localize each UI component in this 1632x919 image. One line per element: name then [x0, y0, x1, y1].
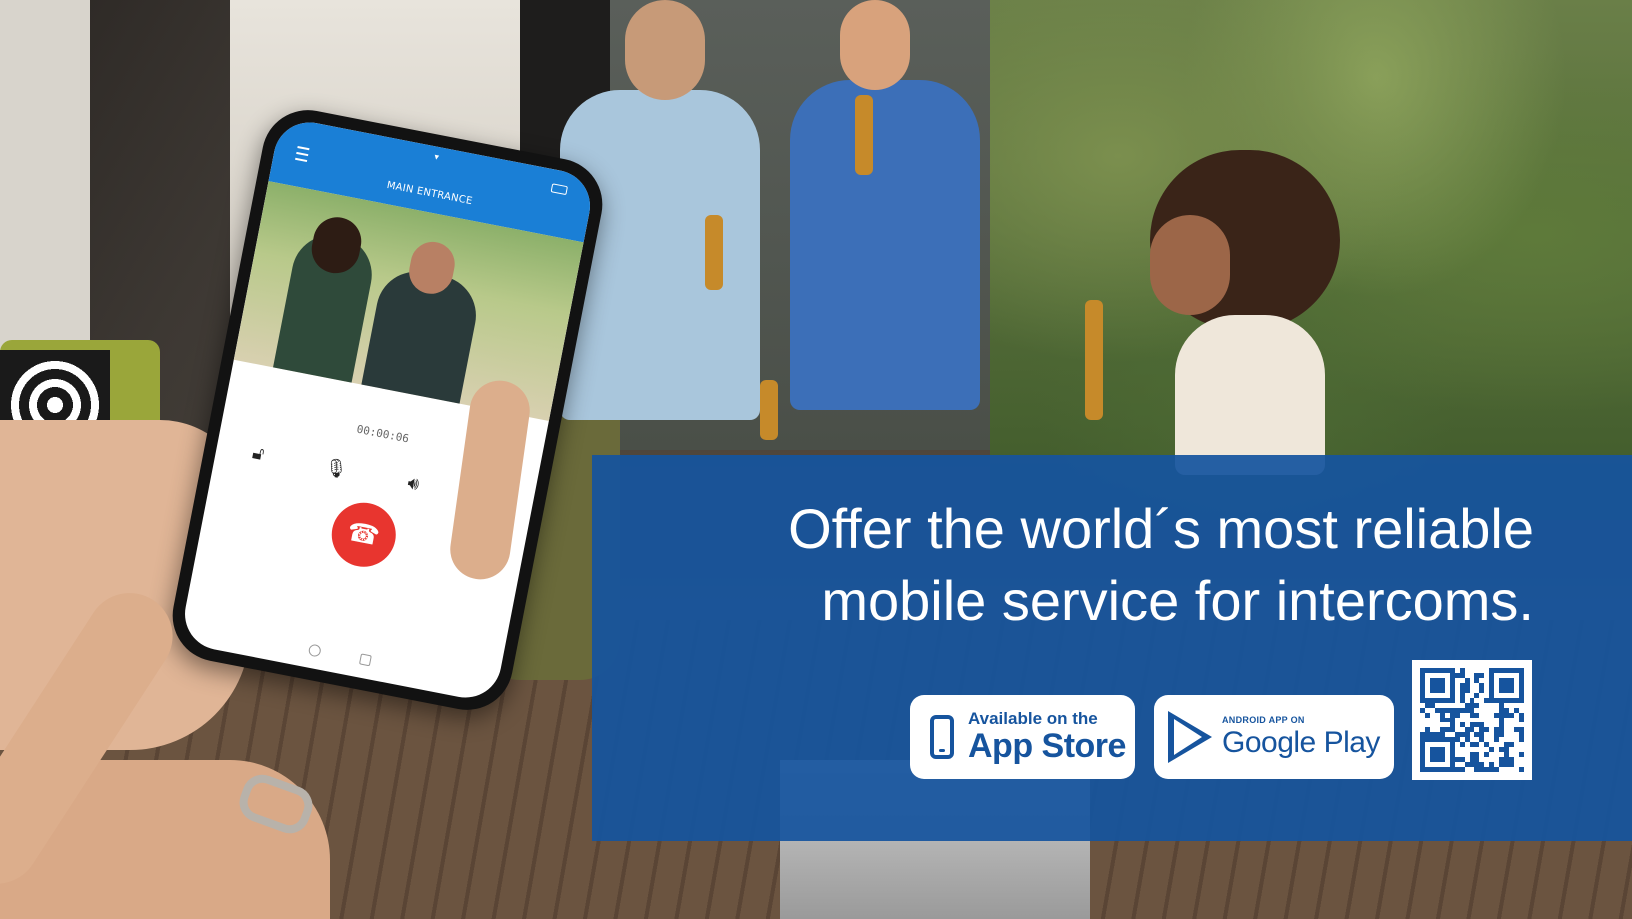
qr-code-pattern: [1420, 668, 1524, 772]
app-store-badge-text: Available on the App Store: [968, 709, 1126, 765]
beer-bottle: [1085, 300, 1103, 420]
headline: Offer the world´s most reliable mobile s…: [788, 493, 1534, 637]
iphone-icon: [930, 715, 954, 759]
person-woman-head: [1150, 215, 1230, 315]
person-man-head: [625, 0, 705, 100]
app-store-badge-big: App Store: [968, 727, 1126, 765]
wall: [0, 0, 90, 380]
google-play-badge-big: Google Play: [1222, 726, 1380, 759]
google-play-badge-small: ANDROID APP ON: [1222, 715, 1305, 725]
person-man-blue-shirt: [790, 80, 980, 410]
person-woman-top: [1175, 315, 1325, 475]
hang-up-icon: ☎: [344, 516, 383, 553]
promo-panel: Offer the world´s most reliable mobile s…: [592, 455, 1632, 841]
google-play-badge-text: ANDROID APP ON Google Play: [1222, 714, 1380, 760]
microphone-icon[interactable]: 🎙︎: [320, 452, 353, 485]
headline-line-2: mobile service for intercoms.: [821, 569, 1534, 632]
app-store-badge[interactable]: Available on the App Store: [910, 695, 1135, 779]
google-play-icon: [1168, 711, 1212, 763]
unlock-icon[interactable]: 🔓︎: [242, 437, 275, 470]
speaker-icon[interactable]: 🔊︎: [397, 467, 430, 500]
wifi-icon: ▾: [433, 152, 440, 164]
beer-bottle: [705, 215, 723, 290]
google-play-badge[interactable]: ANDROID APP ON Google Play: [1154, 695, 1394, 779]
qr-code[interactable]: [1412, 660, 1532, 780]
beer-bottle: [760, 380, 778, 440]
menu-icon[interactable]: [295, 146, 310, 163]
beer-bottle: [855, 95, 873, 175]
person-man-head: [840, 0, 910, 90]
app-store-badge-small: Available on the: [968, 709, 1098, 728]
battery-icon: [550, 183, 568, 196]
hang-up-button[interactable]: ☎: [325, 497, 401, 573]
home-nav-icon[interactable]: [307, 643, 322, 658]
headline-line-1: Offer the world´s most reliable: [788, 497, 1534, 560]
recents-nav-icon[interactable]: [358, 653, 372, 667]
